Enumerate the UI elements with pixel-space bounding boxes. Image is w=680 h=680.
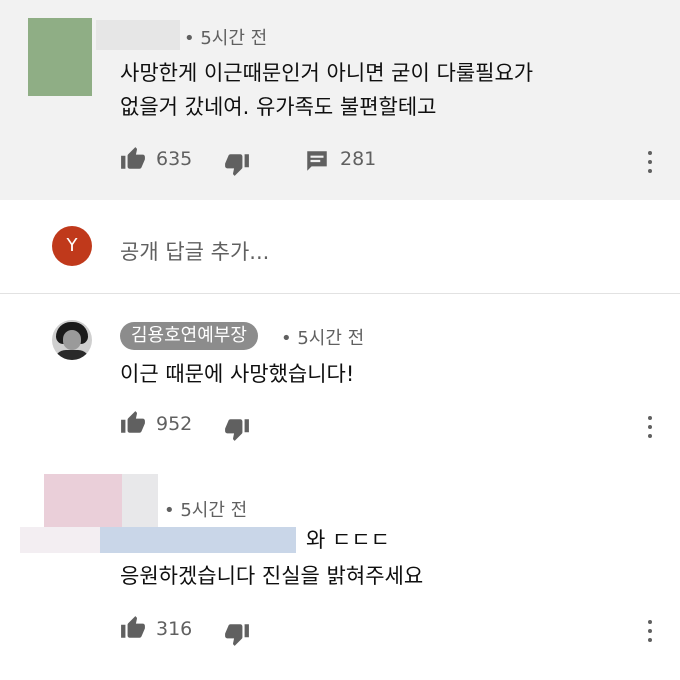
redacted-text [20,527,100,553]
avatar[interactable] [52,320,92,360]
reply-input[interactable]: 공개 답글 추가... [120,236,269,266]
reply-count[interactable]: 281 [340,148,376,170]
like-count: 952 [156,413,193,435]
more-vert-icon[interactable] [648,151,652,173]
thumb-down-icon[interactable] [224,416,250,442]
comment-text-line: 와 ㄷㄷㄷ [306,528,390,552]
comment-text-line: 이근 때문에 사망했습니다! [120,362,355,386]
more-vert-icon[interactable] [648,620,652,642]
user-avatar: Y [52,226,92,266]
comment-time: • 5시간 전 [164,500,248,521]
thumb-up-icon[interactable] [120,146,146,172]
avatar-shoulders [54,350,90,360]
thumb-up-icon[interactable] [120,615,146,641]
redacted-username[interactable] [96,20,180,50]
avatar-face [63,330,81,350]
comment-text-line: 없을거 갔네여. 유가족도 불편할테고 [120,95,437,119]
more-vert-icon[interactable] [648,416,652,438]
comment-text-line: 응원하겠습니다 진실을 밝혀주세요 [120,564,424,588]
like-count: 316 [156,618,193,640]
comment-time: • 5시간 전 [184,28,268,49]
avatar[interactable] [28,18,92,96]
author-badge[interactable]: 김용호연예부장 [120,322,258,350]
comment-time: • 5시간 전 [281,328,365,349]
thumb-up-icon[interactable] [120,410,146,436]
thumb-down-icon[interactable] [224,621,250,647]
comment-text-line: 사망한게 이근때문인거 아니면 굳이 다룰필요가 [120,61,534,85]
like-count: 635 [156,148,193,170]
divider [0,293,680,294]
thumb-down-icon[interactable] [224,151,250,177]
comment-icon[interactable] [304,148,330,174]
redacted-text [100,527,296,553]
